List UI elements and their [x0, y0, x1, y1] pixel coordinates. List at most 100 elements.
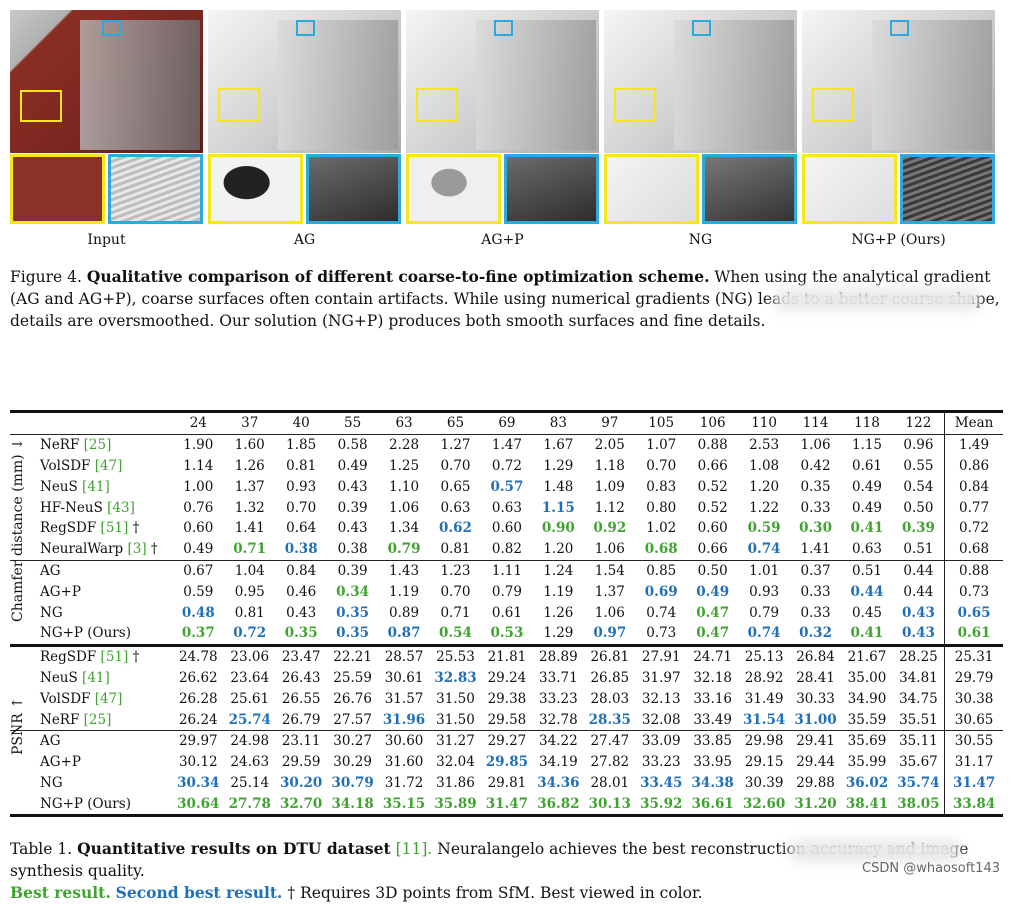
value-cell: 33.45 — [636, 773, 687, 794]
value-cell: 1.25 — [378, 456, 429, 477]
figure-caption-prefix: Figure 4. — [10, 268, 82, 286]
building-shape — [872, 20, 992, 150]
blue-crop — [702, 154, 797, 224]
value-text: 33.23 — [539, 690, 578, 707]
method-label: NeRF — [40, 711, 80, 728]
method-label: RegSDF — [40, 520, 97, 537]
value-cell: 0.47 — [687, 602, 738, 623]
method-citation: [47] — [94, 690, 123, 707]
value-cell: 0.49 — [173, 539, 224, 560]
value-text: 24.71 — [693, 649, 732, 666]
value-text: 31.96 — [382, 711, 426, 728]
value-text: 0.68 — [644, 541, 678, 558]
value-cell: 2.53 — [738, 434, 789, 455]
value-text: 0.90 — [541, 520, 575, 537]
value-text: 0.63 — [851, 541, 883, 558]
table-row: VolSDF [47] 1.14 1.26 0.81 0.49 1.25 0.70 0.72 1… — [10, 455, 1003, 477]
method-citation: [41] — [82, 669, 110, 686]
mean-text: 0.84 — [959, 478, 990, 495]
value-text: 0.50 — [903, 499, 934, 516]
table-row: RegSDF [51] † 24.78 23.06 23.47 22.21 28.57 25… — [10, 643, 1003, 668]
value-text: 1.48 — [543, 478, 574, 495]
value-cell: 0.66 — [687, 539, 738, 560]
mean-cell: 30.38 — [944, 688, 1003, 710]
value-text: 30.61 — [384, 669, 424, 686]
yellow-crop — [406, 154, 501, 224]
mean-text: 30.55 — [954, 733, 994, 750]
value-cell: 31.27 — [429, 729, 482, 752]
value-cell: 34.75 — [893, 688, 945, 709]
value-text: 0.59 — [747, 520, 781, 537]
value-text: 35.59 — [847, 711, 887, 728]
table-row: VolSDF [47] 26.28 25.61 26.55 26.76 31.57 31.5… — [10, 688, 1003, 710]
value-text: 29.97 — [178, 733, 218, 750]
value-text: 1.60 — [234, 437, 265, 454]
blue-zoom-box — [296, 20, 315, 36]
mean-cell: 0.73 — [944, 581, 1003, 603]
value-text: 22.21 — [333, 649, 372, 666]
value-cell: 29.98 — [738, 729, 790, 752]
value-text: 1.08 — [749, 457, 780, 474]
value-text: 1.12 — [594, 499, 625, 516]
value-text: 26.24 — [178, 711, 218, 728]
value-text: 26.81 — [590, 649, 630, 666]
value-text: 0.35 — [800, 478, 831, 495]
value-cell: 33.49 — [687, 709, 738, 730]
value-cell: 0.84 — [275, 559, 327, 582]
value-text: 26.76 — [333, 690, 372, 707]
value-cell: 0.43 — [327, 476, 378, 497]
value-text: 0.52 — [697, 499, 728, 516]
value-text: 34.38 — [691, 774, 734, 791]
value-cell: 28.89 — [532, 643, 585, 668]
method-name: AG — [10, 559, 173, 582]
value-text: 0.66 — [697, 457, 728, 474]
value-cell: 0.45 — [841, 602, 892, 623]
value-text: 28.89 — [539, 649, 578, 666]
value-text: 26.79 — [281, 711, 321, 728]
mean-text: 31.17 — [954, 754, 994, 771]
value-cell: 0.70 — [430, 456, 481, 477]
value-text: 0.35 — [336, 604, 370, 621]
value-text: 0.41 — [850, 625, 884, 642]
value-cell: 0.62 — [430, 518, 481, 539]
value-text: 0.39 — [901, 520, 935, 537]
value-cell: 0.90 — [533, 518, 584, 539]
value-cell: 33.95 — [687, 752, 738, 773]
value-text: 33.49 — [693, 711, 732, 728]
value-cell: 0.30 — [790, 518, 841, 539]
value-text: 1.24 — [543, 562, 574, 579]
value-cell: 1.07 — [636, 434, 687, 455]
blue-crop — [900, 154, 995, 224]
value-cell: 1.54 — [584, 559, 636, 582]
value-text: 34.19 — [539, 754, 578, 771]
value-text: 0.66 — [697, 541, 728, 558]
value-cell: 0.37 — [789, 559, 842, 582]
value-cell: 0.51 — [893, 539, 945, 560]
value-text: 0.71 — [440, 604, 471, 621]
value-cell: 0.43 — [893, 623, 945, 645]
table-caption-prefix: Table 1. — [10, 840, 73, 858]
value-text: 34.75 — [899, 690, 938, 707]
method-name: NG — [10, 773, 173, 794]
value-text: 0.70 — [646, 457, 677, 474]
value-cell: 1.14 — [173, 456, 224, 477]
value-cell: 1.41 — [224, 518, 275, 539]
value-cell: 38.05 — [892, 793, 945, 818]
value-text: 25.61 — [230, 690, 270, 707]
value-cell: 1.37 — [224, 476, 275, 497]
value-text: 0.49 — [337, 457, 368, 474]
method-name: VolSDF [47] — [10, 456, 173, 477]
value-text: 30.13 — [588, 795, 631, 812]
table-row: NG 30.34 25.14 30.20 30.79 31.72 31.86 29.81 34.… — [10, 772, 1003, 794]
value-text: 1.23 — [440, 562, 471, 579]
value-cell: 0.35 — [790, 476, 841, 497]
value-text: 0.88 — [697, 437, 728, 454]
value-text: 1.18 — [594, 457, 625, 474]
method-name: NeRF [25] — [10, 709, 173, 730]
yellow-crop — [10, 154, 105, 224]
value-cell: 1.20 — [738, 476, 789, 497]
value-cell: 0.35 — [327, 602, 378, 623]
value-cell: 0.54 — [430, 623, 481, 645]
value-cell: 1.01 — [738, 559, 790, 582]
value-cell: 0.60 — [173, 518, 224, 539]
